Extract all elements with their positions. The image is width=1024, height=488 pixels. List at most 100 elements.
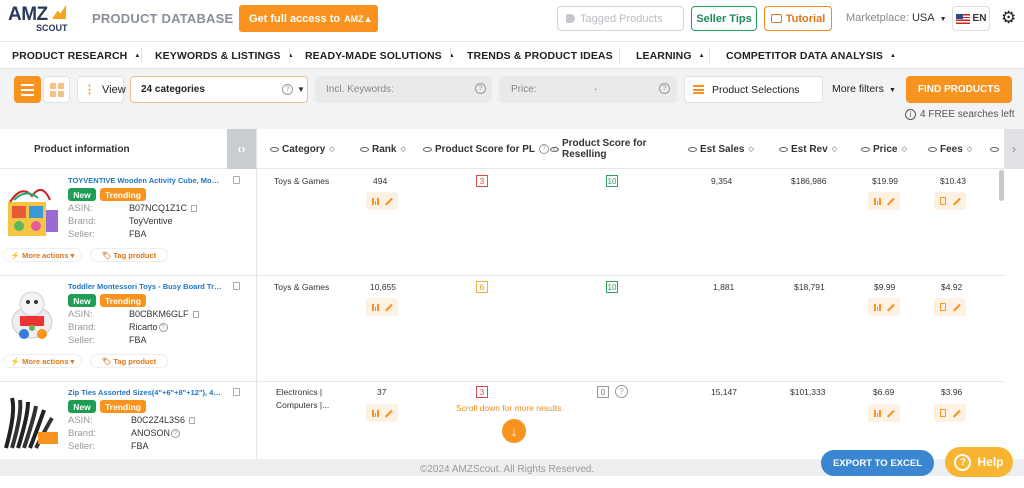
help-icon[interactable]: ? [659, 83, 670, 94]
copy-icon[interactable] [233, 176, 240, 184]
more-actions-button[interactable]: ⚡ More actions ▾ [3, 354, 82, 368]
more-filters-button[interactable]: More filters ▼ [832, 83, 896, 95]
nav-item-learning[interactable]: LEARNING ▲ [636, 42, 705, 69]
col-category[interactable]: Category ◇ [270, 129, 335, 169]
more-actions-button[interactable]: ⚡ More actions ▾ [3, 248, 82, 262]
nav-item-keywords-listings[interactable]: KEYWORDS & LISTINGS ▲ [155, 42, 294, 69]
expand-icon[interactable] [887, 198, 894, 205]
product-thumbnail[interactable] [2, 286, 62, 344]
tag-product-button[interactable]: 🏷 Tag product [90, 248, 168, 262]
list-view-button[interactable] [14, 76, 41, 103]
bar-chart-icon[interactable] [372, 197, 379, 205]
eye-icon[interactable] [360, 146, 369, 152]
language-selector[interactable]: EN [952, 6, 990, 31]
expand-icon[interactable] [953, 304, 960, 311]
gear-icon[interactable]: ⚙ [1001, 9, 1016, 26]
sort-icon[interactable]: ◇ [329, 145, 334, 153]
keywords-input[interactable]: Incl. Keywords: ? [315, 76, 492, 103]
scroll-down-button[interactable]: ↓ [502, 419, 526, 443]
copy-icon[interactable] [191, 205, 198, 213]
grid-view-button[interactable] [43, 76, 70, 103]
eye-icon[interactable] [423, 146, 432, 152]
copy-icon[interactable] [233, 388, 240, 396]
nav-item-trends-product-ideas[interactable]: TRENDS & PRODUCT IDEAS [467, 42, 613, 69]
expand-icon[interactable] [385, 410, 392, 417]
help-icon[interactable]: ? [171, 429, 181, 439]
col-score-reselling[interactable]: Product Score for Reselling [550, 129, 646, 169]
expand-icon[interactable] [887, 410, 894, 417]
collapse-column-button[interactable]: ‹› [227, 129, 256, 169]
help-icon[interactable]: ? [539, 144, 550, 154]
help-icon[interactable]: ? [282, 84, 293, 95]
marketplace-selector[interactable]: Marketplace: USA ▼ [846, 12, 947, 24]
sort-icon[interactable]: ◇ [967, 145, 972, 153]
col-est-rev[interactable]: Est Rev ◇ [779, 129, 837, 169]
sort-icon[interactable]: ◇ [832, 145, 837, 153]
eye-icon[interactable] [928, 146, 937, 152]
expand-icon[interactable] [887, 304, 894, 311]
help-button[interactable]: ? Help [945, 447, 1013, 477]
view-button[interactable]: ⋮ View [77, 76, 126, 103]
scroll-right-button[interactable]: › [1004, 129, 1024, 169]
expand-icon[interactable] [953, 198, 960, 205]
sort-icon[interactable]: ◇ [400, 145, 405, 153]
asin-value[interactable]: B07NCQ1Z1C [129, 203, 187, 213]
product-title-link[interactable]: Zip Ties Assorted Sizes(4"+6"+8"+12"), 4… [68, 388, 223, 397]
bar-chart-icon[interactable] [372, 303, 379, 311]
copy-icon[interactable] [233, 282, 240, 290]
category-value: Toys & Games [274, 282, 330, 292]
brand-label: Brand: [68, 322, 96, 333]
asin-value[interactable]: B0C2Z4L3S6 [131, 415, 185, 425]
find-products-button[interactable]: FIND PRODUCTS [906, 76, 1012, 103]
help-icon[interactable]: ? [475, 83, 486, 94]
tagged-products-button[interactable]: Tagged Products [557, 6, 684, 31]
help-icon[interactable]: ? [158, 323, 168, 333]
copy-icon[interactable] [189, 417, 196, 425]
export-to-excel-button[interactable]: EXPORT TO EXCEL [821, 450, 934, 476]
clipboard-icon[interactable] [940, 197, 947, 205]
expand-icon[interactable] [953, 410, 960, 417]
bar-chart-icon[interactable] [874, 303, 881, 311]
product-title-link[interactable]: Toddler Montessori Toys - Busy Board Tra… [68, 282, 223, 291]
col-rank[interactable]: Rank ◇ [360, 129, 406, 169]
col-fees[interactable]: Fees ◇ [928, 129, 972, 169]
categories-select[interactable]: 24 categories ? ▼ [130, 76, 308, 103]
sort-icon[interactable]: ◇ [901, 145, 906, 153]
asin-value-wrap: B0CBKM6GLF [129, 309, 199, 319]
copy-icon[interactable] [192, 311, 199, 319]
clipboard-icon[interactable] [940, 303, 947, 311]
clipboard-icon[interactable] [940, 409, 947, 417]
seller-tips-button[interactable]: Seller Tips [691, 6, 757, 31]
tutorial-button[interactable]: Tutorial [764, 6, 832, 31]
product-title-link[interactable]: TOYVENTIVE Wooden Activity Cube, Montess… [68, 176, 223, 185]
eye-icon[interactable] [270, 146, 279, 152]
full-access-button[interactable]: Get full access to AMZ▲ [239, 5, 378, 32]
col-price[interactable]: Price ◇ [861, 129, 907, 169]
bar-chart-icon[interactable] [372, 409, 379, 417]
sort-icon[interactable]: ◇ [748, 145, 753, 153]
amzscout-logo[interactable]: AMZ SCOUT [8, 4, 80, 34]
eye-icon[interactable] [779, 146, 788, 152]
nav-item-product-research[interactable]: PRODUCT RESEARCH ▲ [12, 42, 140, 69]
product-thumbnail[interactable] [2, 392, 62, 450]
eye-icon[interactable] [861, 146, 870, 152]
nav-item-competitor-data-analysis[interactable]: COMPETITOR DATA ANALYSIS ▲ [726, 42, 896, 69]
tag-product-button[interactable]: 🏷 Tag product [90, 354, 168, 368]
price-range-input[interactable]: Price: - ? [499, 76, 677, 103]
bar-chart-icon[interactable] [874, 409, 881, 417]
price-value: $19.99 [872, 176, 898, 186]
eye-icon[interactable] [550, 146, 559, 152]
more-vertical-icon: ⋮ [84, 84, 95, 96]
eye-icon[interactable] [688, 146, 697, 152]
asin-value[interactable]: B0CBKM6GLF [129, 309, 189, 319]
bar-chart-icon[interactable] [874, 197, 881, 205]
col-score-pl[interactable]: Product Score for PL? ◇ [423, 129, 558, 169]
product-selections-button[interactable]: Product Selections [684, 76, 823, 103]
expand-icon[interactable] [385, 198, 392, 205]
expand-icon[interactable] [385, 304, 392, 311]
vertical-scrollbar[interactable] [999, 170, 1004, 201]
help-icon[interactable]: ? [615, 385, 628, 398]
col-est-sales[interactable]: Est Sales ◇ [688, 129, 754, 169]
nav-item-ready-made-solutions[interactable]: READY-MADE SOLUTIONS ▲ [305, 42, 455, 69]
product-thumbnail[interactable] [2, 180, 62, 238]
